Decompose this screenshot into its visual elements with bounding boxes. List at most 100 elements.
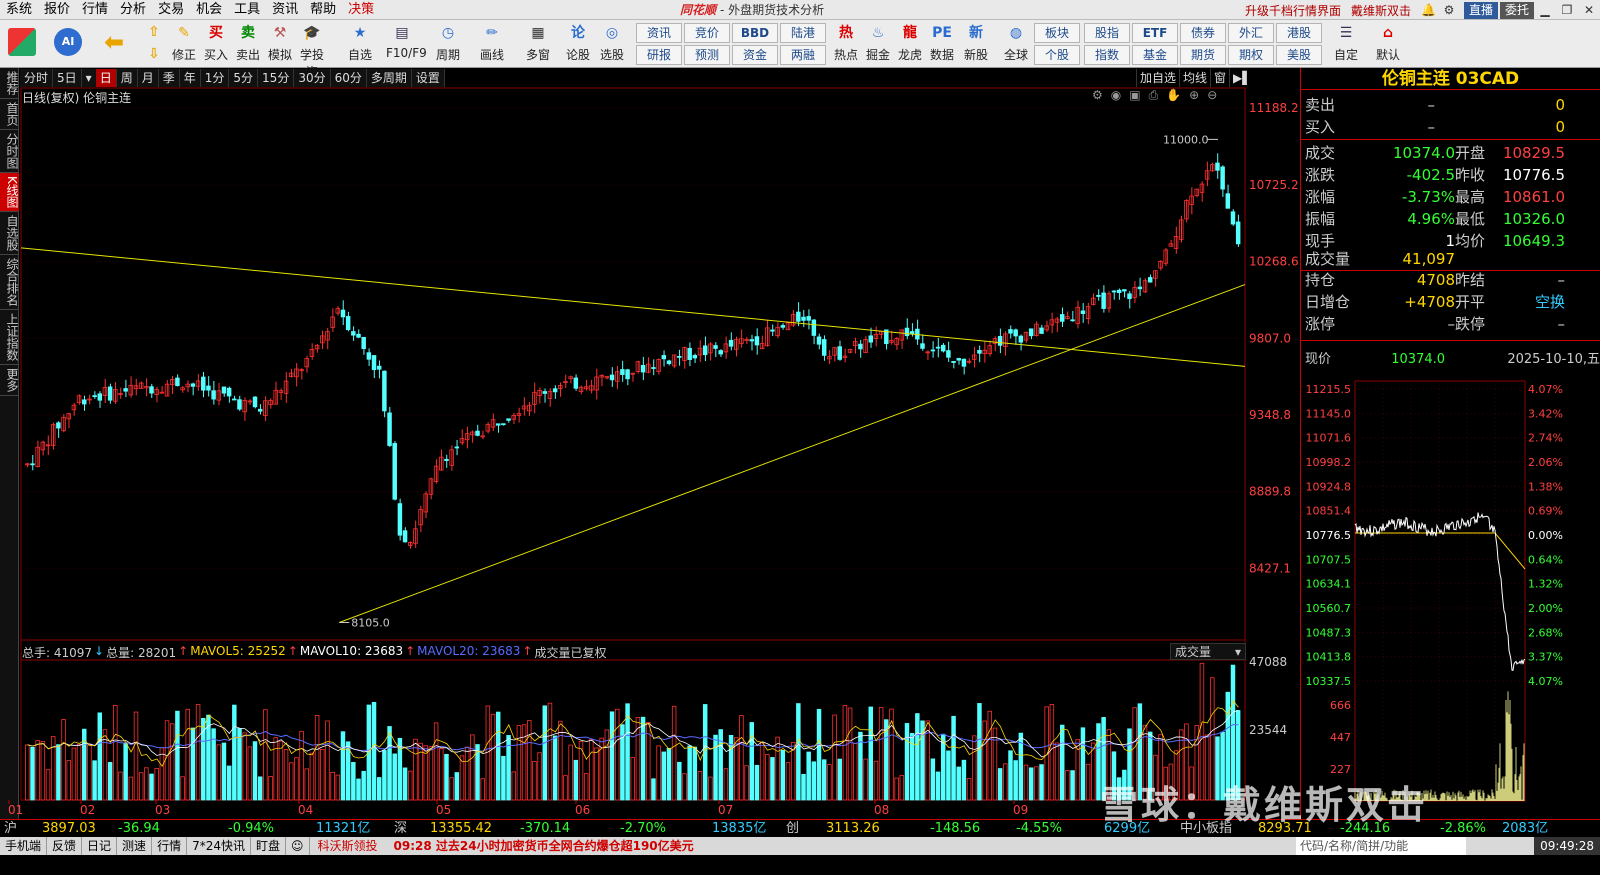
买入-button[interactable]: 买买入	[200, 22, 232, 63]
龙虎-button[interactable]: 龍龙虎	[894, 22, 926, 63]
menu-help[interactable]: 帮助	[304, 0, 342, 20]
menu-tools[interactable]: 工具	[228, 0, 266, 20]
quick-5-bottom[interactable]: 指数	[1084, 45, 1130, 65]
volume-value: 41,097	[1402, 250, 1456, 268]
candle-body	[552, 388, 558, 393]
多窗-button[interactable]: ▦ 多窗	[522, 22, 554, 63]
quick-9-top[interactable]: 港股	[1276, 23, 1322, 43]
quick-3-top[interactable]: 陆港	[780, 23, 826, 43]
up-arrow-icon[interactable]: ⇧	[138, 23, 170, 43]
选股-button[interactable]: ◎ 选股	[596, 22, 628, 63]
app-logo-icon[interactable]	[6, 28, 38, 58]
quick-1-top[interactable]: 竞价	[684, 23, 730, 43]
quick-7-bottom[interactable]: 期货	[1180, 45, 1226, 65]
volume-bar	[454, 772, 460, 801]
mobile-link[interactable]: 手机端	[0, 837, 48, 855]
volume-bar	[1070, 770, 1075, 801]
论股-button[interactable]: 论论股	[562, 22, 594, 63]
全球-button[interactable]: ◍ 全球	[1000, 22, 1032, 63]
新股-button[interactable]: 新新股	[960, 22, 992, 63]
quick-4-bottom[interactable]: 个股	[1034, 45, 1080, 65]
quick-6-top[interactable]: ETF	[1132, 23, 1178, 43]
down-arrow-icon[interactable]: ⇩	[138, 45, 170, 65]
mini-pct-tick: 4.07%	[1528, 383, 1563, 396]
price-tick-label: 9807.0	[1249, 331, 1291, 345]
quick-2-bottom[interactable]: 资金	[732, 45, 778, 65]
卖出-button[interactable]: 卖卖出	[232, 22, 264, 63]
watch-link[interactable]: 盯盘	[251, 837, 286, 855]
chart-frame	[20, 87, 1246, 801]
quick-0-top[interactable]: 资讯	[636, 23, 682, 43]
minimize-icon[interactable]: ▁	[1534, 3, 1556, 17]
volume-bar	[770, 757, 775, 801]
quick-1-bottom[interactable]: 预测	[684, 45, 730, 65]
news-ticker-1[interactable]: 科沃斯领投	[310, 837, 386, 855]
diary-link[interactable]: 日记	[82, 837, 118, 855]
画线-button[interactable]: ✏ 画线	[476, 22, 508, 63]
掘金-button[interactable]: ♨ 掘金	[862, 22, 894, 63]
chat-icon[interactable]: ☺	[286, 837, 310, 855]
周期-button[interactable]: ◷ 周期	[432, 22, 464, 63]
code-search-input[interactable]: 代码/名称/简拼/功能	[1296, 837, 1466, 855]
index-item: 3897.03	[42, 821, 96, 836]
ai-icon[interactable]: AI	[52, 28, 84, 58]
close-icon[interactable]: ✕	[1578, 3, 1600, 17]
menu-analysis[interactable]: 分析	[114, 0, 152, 20]
quick-3-bottom[interactable]: 两融	[780, 45, 826, 65]
volume-bar	[1023, 764, 1029, 801]
back-icon[interactable]: ⬅	[98, 28, 130, 58]
quick-9-bottom[interactable]: 美股	[1276, 45, 1322, 65]
默认-button[interactable]: ⌂ 默认	[1372, 22, 1404, 63]
bell-icon[interactable]: 🔔	[1416, 3, 1438, 17]
quick-7-top[interactable]: 债券	[1180, 23, 1226, 43]
修正-button[interactable]: ✎ 修正	[168, 22, 200, 63]
multi-window-icon: ▦	[531, 25, 545, 41]
candle-body	[211, 390, 216, 400]
menu-system[interactable]: 系统	[0, 0, 38, 20]
news-724-link[interactable]: 7*24快讯	[187, 837, 251, 855]
feedback-link[interactable]: 反馈	[47, 837, 83, 855]
market-link[interactable]: 行情	[152, 837, 188, 855]
speed-test-link[interactable]: 测速	[117, 837, 153, 855]
F10/F9-button[interactable]: ▤ F10/F9	[386, 22, 427, 60]
volume-indicator-select[interactable]: 成交量 ▾	[1170, 643, 1246, 660]
volume-bar	[1091, 742, 1096, 801]
quick-0-bottom[interactable]: 研报	[636, 45, 682, 65]
menu-opportunity[interactable]: 机会	[190, 0, 228, 20]
quick-8-top[interactable]: 外汇	[1228, 23, 1274, 43]
candle-body	[506, 418, 511, 421]
trend-line[interactable]	[339, 284, 1246, 623]
volume-bar	[977, 703, 982, 801]
live-button[interactable]: 直播	[1463, 1, 1498, 19]
quote-key: 最低	[1455, 210, 1486, 228]
quick-5-top[interactable]: 股指	[1084, 23, 1130, 43]
menu-quote[interactable]: 报价	[38, 0, 76, 20]
trend-line[interactable]	[20, 247, 1246, 367]
volume-tick-label: 23544	[1249, 723, 1287, 737]
quick-2-top[interactable]: BBD	[732, 23, 778, 43]
自选-button[interactable]: ★ 自选	[344, 22, 376, 63]
kline-chart[interactable]: 11188.2 10725.2 10268.6 9807.0 9348.8 8889.8 8…	[0, 68, 1300, 820]
quick-8-bottom[interactable]: 期权	[1228, 45, 1274, 65]
restore-icon[interactable]: ❐	[1556, 3, 1578, 17]
user-name[interactable]: 戴维斯双击	[1346, 2, 1416, 19]
模拟-button[interactable]: ⚒ 模拟	[264, 22, 296, 63]
数据-button[interactable]: PE 数据	[926, 22, 958, 63]
quick-4-top[interactable]: 板块	[1034, 23, 1080, 43]
news-ticker-2[interactable]: 09:28 过去24小时加密货币全网合约爆仓超190亿美元	[386, 837, 702, 855]
month-label: 07	[718, 803, 733, 817]
menu-decision[interactable]: 决策	[342, 0, 380, 20]
menu-trade[interactable]: 交易	[152, 0, 190, 20]
candle-body	[232, 398, 237, 401]
热点-button[interactable]: 热热点	[830, 22, 862, 63]
trust-button[interactable]: 委托	[1499, 1, 1534, 19]
gear-icon[interactable]: ⚙	[1438, 3, 1460, 17]
menu-market[interactable]: 行情	[76, 0, 114, 20]
upgrade-link[interactable]: 升级千档行情界面	[1240, 2, 1346, 19]
自定-button[interactable]: ☰ 自定	[1330, 22, 1362, 63]
brand-logo: 同花顺	[680, 3, 717, 17]
quick-6-bottom[interactable]: 基金	[1132, 45, 1178, 65]
menu-news[interactable]: 资讯	[266, 0, 304, 20]
volume-bar	[439, 747, 444, 801]
intraday-mini-chart[interactable]: 11215.5 4.07% 11145.0 3.42% 11071.6 2.74% 1099…	[1301, 373, 1600, 820]
